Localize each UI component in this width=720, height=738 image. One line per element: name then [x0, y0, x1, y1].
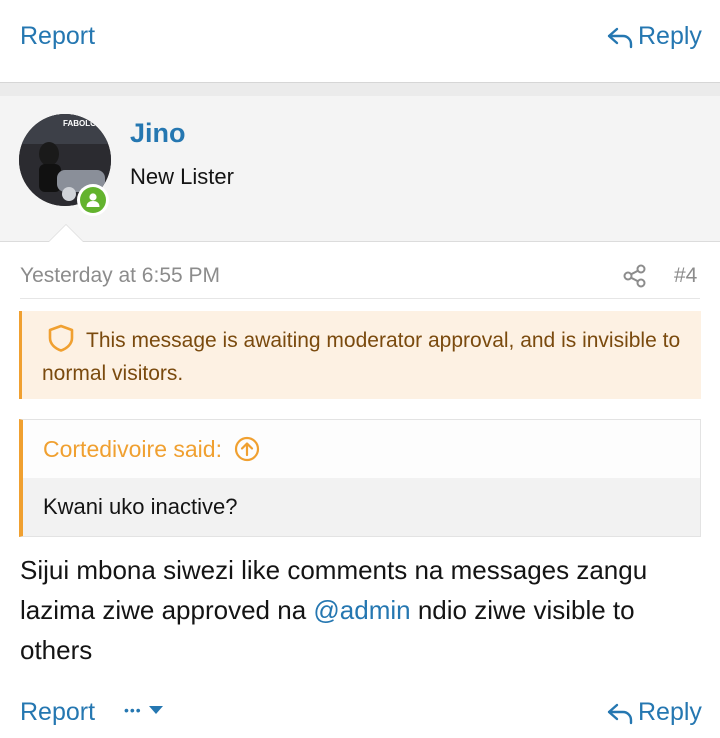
quote-block: Cortedivoire said: Kwani uko inactive?	[19, 419, 701, 537]
post-separator	[0, 82, 720, 96]
more-dots: •••	[124, 702, 142, 718]
shield-icon	[48, 324, 74, 352]
quote-content: Kwani uko inactive?	[23, 478, 700, 536]
reply-button[interactable]: Reply	[606, 22, 702, 51]
arrow-up-circle-icon[interactable]	[234, 436, 260, 462]
user-icon	[86, 193, 100, 207]
avatar-text: FABOLOUS	[63, 119, 108, 128]
reply-icon	[607, 703, 633, 724]
chevron-down-icon	[148, 706, 163, 714]
report-link[interactable]: Report	[20, 22, 95, 51]
moderation-text: This message is awaiting moderator appro…	[42, 329, 681, 385]
post-body: Sijui mbona siwezi like comments na mess…	[20, 550, 710, 670]
meta-divider	[20, 298, 700, 299]
share-icon[interactable]	[622, 263, 648, 289]
quote-header[interactable]: Cortedivoire said:	[23, 420, 700, 478]
online-badge	[77, 184, 109, 216]
report-link-bottom[interactable]: Report	[20, 698, 95, 727]
mention-link[interactable]: @admin	[313, 595, 410, 625]
more-options-button[interactable]: •••	[124, 702, 164, 718]
top-actions-bar: Report Reply	[0, 0, 720, 84]
post-number[interactable]: #4	[674, 264, 697, 288]
reply-label: Reply	[638, 698, 702, 726]
post-date[interactable]: Yesterday at 6:55 PM	[20, 264, 220, 288]
user-info-block: FABOLOUS Jino New Lister	[0, 96, 720, 242]
reply-button-bottom[interactable]: Reply	[606, 698, 702, 727]
moderation-notice: This message is awaiting moderator appro…	[19, 311, 701, 399]
user-block-pointer	[48, 224, 84, 242]
username[interactable]: Jino	[130, 118, 186, 149]
user-title: New Lister	[130, 164, 234, 189]
reply-label: Reply	[638, 22, 702, 50]
quote-author[interactable]: Cortedivoire said:	[43, 436, 222, 463]
reply-icon	[607, 27, 633, 48]
